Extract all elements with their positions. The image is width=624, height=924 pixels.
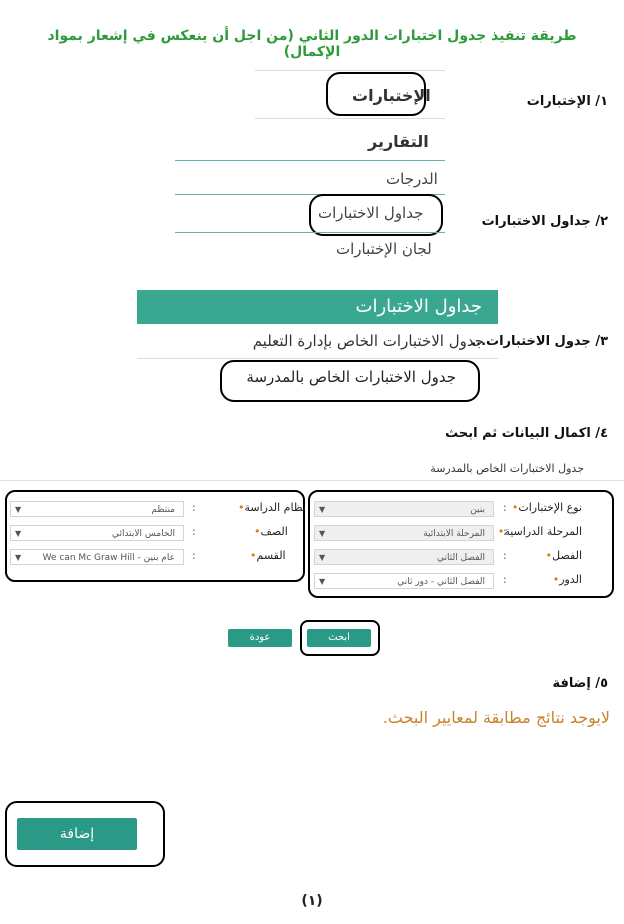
menu-divider [255,118,445,119]
highlight-circle [309,194,443,236]
step-2-label: ٢/ جداول الاختبارات [481,214,608,229]
select-section[interactable]: عام بنين - We can Mc Graw Hill ▼ [10,549,184,565]
select-study-system[interactable]: منتظم ▼ [10,501,184,517]
highlight-circle [5,801,165,867]
chevron-down-icon: ▼ [15,529,22,538]
chevron-down-icon: ▼ [15,553,22,562]
highlight-circle [326,72,426,116]
menu-item-reports[interactable]: التقارير [368,132,429,151]
field-label-study-system: نظام الدراسة• [238,501,306,514]
no-results-message: لايوجد نتائج مطابقة لمعايير البحث. [382,708,610,727]
select-test-type[interactable]: بنين ▼ [314,501,494,517]
chevron-down-icon: ▼ [15,505,22,514]
page-title: طريقة تنفيذ جدول اختبارات الدور الثاني (… [47,28,577,60]
field-label-test-type: نوع الإختبارات• [511,501,582,514]
submenu-divider [137,358,498,359]
highlight-circle [220,360,480,402]
menu-divider [255,70,445,71]
field-label-section: القسم• [250,549,286,562]
select-round[interactable]: الفصل الثاني - دور ثاني ▼ [314,573,494,589]
back-button[interactable]: عودة [228,629,292,647]
menu-item-grades[interactable]: الدرجات [386,170,438,188]
step-1-label: ١/ الإختبارات [526,94,608,109]
step-4-label: ٤/ اكمال البيانات ثم ابحث [445,426,608,441]
menu-item-test-committees[interactable]: لجان الإختبارات [336,240,432,258]
form-title: جدول الاختبارات الخاص بالمدرسة [430,462,584,475]
field-label-stage: المرحلة الدراسية• [497,525,582,538]
menu-divider [175,160,445,161]
link-education-admin-table[interactable]: جدول الاختبارات الخاص بإدارة التعليم [253,332,484,350]
select-stage[interactable]: المرحلة الابتدائية ▼ [314,525,494,541]
field-label-semester: الفصل• [545,549,582,562]
field-label-grade: الصف• [254,525,288,538]
form-divider [0,480,624,481]
field-label-round: الدور• [552,573,582,586]
step-5-label: ٥/ إضافة [552,676,608,691]
step-3-label: ٣/ جدول الاختبارات... [471,334,608,349]
chevron-down-icon: ▼ [319,553,326,562]
select-semester[interactable]: الفصل الثاني ▼ [314,549,494,565]
highlight-circle [300,620,380,656]
chevron-down-icon: ▼ [319,529,326,538]
page-number: (١) [301,893,323,909]
menu-divider [175,232,445,233]
select-grade[interactable]: الخامس الابتدائي ▼ [10,525,184,541]
chevron-down-icon: ▼ [319,505,326,514]
chevron-down-icon: ▼ [319,577,326,586]
submenu-header: جداول الاختبارات [137,290,498,324]
